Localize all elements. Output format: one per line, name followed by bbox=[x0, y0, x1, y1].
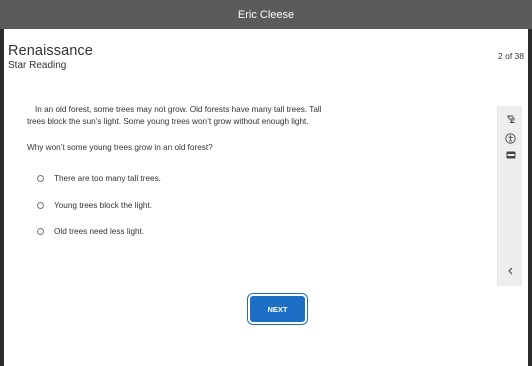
brand-logo-text: Renaissance bbox=[8, 43, 93, 59]
text-to-speech-icon[interactable] bbox=[498, 112, 523, 126]
user-name: Eric Cleese bbox=[237, 8, 295, 21]
answer-option-2[interactable]: Young trees block the light. bbox=[37, 199, 161, 212]
top-bar: Eric Cleese bbox=[0, 0, 532, 29]
radio-button[interactable] bbox=[37, 201, 44, 209]
line-reader-icon[interactable] bbox=[498, 148, 523, 162]
answer-option-label: There are too many tall trees. bbox=[54, 174, 161, 183]
product-name: Star Reading bbox=[8, 60, 67, 71]
next-button[interactable]: NEXT bbox=[250, 296, 305, 322]
passage-line-1: In an old forest, some trees may not gro… bbox=[35, 105, 322, 114]
answer-option-label: Young trees block the light. bbox=[54, 200, 153, 210]
answer-options: There are too many tall trees. Young tre… bbox=[37, 172, 161, 252]
right-edge-bar bbox=[528, 29, 532, 366]
accessibility-icon[interactable] bbox=[498, 131, 523, 145]
left-edge-bar bbox=[0, 29, 4, 366]
answer-option-label: Old trees need less light. bbox=[54, 227, 145, 236]
question-text: Why won’t some young trees grow in an ol… bbox=[27, 143, 213, 152]
radio-button[interactable] bbox=[37, 175, 44, 182]
answer-option-1[interactable]: There are too many tall trees. bbox=[37, 172, 161, 185]
tool-panel bbox=[497, 106, 522, 286]
question-progress: 2 of 38 bbox=[498, 51, 524, 61]
chevron-left-icon[interactable] bbox=[498, 264, 523, 278]
passage-line-2: trees block the sun’s light. Some young … bbox=[27, 116, 309, 126]
reading-passage: In an old forest, some trees may not gro… bbox=[27, 104, 367, 127]
answer-option-3[interactable]: Old trees need less light. bbox=[37, 225, 161, 238]
radio-button[interactable] bbox=[37, 228, 44, 235]
